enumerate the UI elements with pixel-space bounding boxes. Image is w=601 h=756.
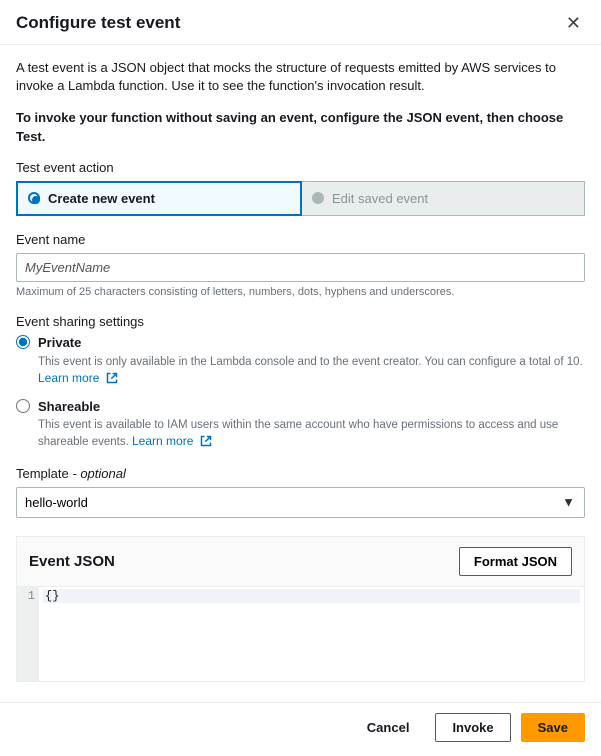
dialog-content: A test event is a JSON object that mocks… (0, 45, 601, 702)
shareable-learn-more-link[interactable]: Learn more (132, 434, 212, 448)
event-action-toggle: Create new event Edit saved event (16, 181, 585, 216)
sharing-radio-group: Private This event is only available in … (16, 335, 585, 452)
edit-saved-event-option: Edit saved event (302, 181, 585, 216)
template-select[interactable]: hello-world (16, 487, 585, 518)
template-select-wrap: hello-world ▼ (16, 487, 585, 518)
shareable-radio-input[interactable] (16, 399, 30, 413)
json-editor[interactable]: 1 {} (17, 586, 584, 681)
test-event-action-label: Test event action (16, 160, 585, 175)
event-json-panel: Event JSON Format JSON 1 {} (16, 536, 585, 682)
edit-saved-event-label: Edit saved event (332, 191, 428, 206)
dialog-title: Configure test event (16, 13, 180, 33)
sharing-settings-label: Event sharing settings (16, 314, 585, 329)
private-radio-input[interactable] (16, 335, 30, 349)
event-json-header: Event JSON Format JSON (17, 537, 584, 586)
intro-text-2: To invoke your function without saving a… (16, 109, 585, 145)
private-learn-more-link[interactable]: Learn more (38, 371, 118, 385)
dialog-header: Configure test event ✕ (0, 0, 601, 45)
sharing-private-radio[interactable]: Private (16, 335, 585, 350)
event-name-input[interactable] (16, 253, 585, 282)
learn-more-text: Learn more (38, 371, 99, 385)
line-number: 1 (17, 589, 35, 603)
private-desc-row: This event is only available in the Lamb… (38, 353, 585, 389)
save-button[interactable]: Save (521, 713, 585, 742)
dialog-footer: Cancel Invoke Save (0, 702, 601, 756)
radio-disabled-icon (312, 192, 324, 204)
template-label-row: Template - optional (16, 466, 585, 481)
private-desc: This event is only available in the Lamb… (38, 356, 583, 368)
sharing-shareable-radio[interactable]: Shareable (16, 399, 585, 414)
sharing-shareable-item: Shareable This event is available to IAM… (16, 399, 585, 452)
create-new-event-label: Create new event (48, 191, 155, 206)
shareable-title: Shareable (38, 399, 100, 414)
close-icon[interactable]: ✕ (562, 12, 585, 34)
invoke-button[interactable]: Invoke (435, 713, 510, 742)
shareable-desc-row: This event is available to IAM users wit… (38, 417, 585, 452)
external-link-icon (200, 435, 212, 452)
editor-code[interactable]: {} (39, 587, 584, 681)
learn-more-text-2: Learn more (132, 434, 193, 448)
event-json-heading: Event JSON (29, 553, 115, 570)
intro-text-1: A test event is a JSON object that mocks… (16, 59, 585, 95)
template-label: Template (16, 466, 69, 481)
sharing-private-item: Private This event is only available in … (16, 335, 585, 389)
template-optional: - optional (72, 466, 125, 481)
create-new-event-option[interactable]: Create new event (16, 181, 302, 216)
cancel-button[interactable]: Cancel (351, 714, 426, 741)
event-name-label: Event name (16, 232, 585, 247)
shareable-desc: This event is available to IAM users wit… (38, 419, 558, 448)
private-title: Private (38, 335, 81, 350)
format-json-button[interactable]: Format JSON (459, 547, 572, 576)
json-content: {} (43, 589, 59, 603)
editor-gutter: 1 (17, 587, 39, 681)
event-name-hint: Maximum of 25 characters consisting of l… (16, 286, 585, 298)
external-link-icon (106, 372, 118, 389)
radio-selected-icon (28, 192, 40, 204)
